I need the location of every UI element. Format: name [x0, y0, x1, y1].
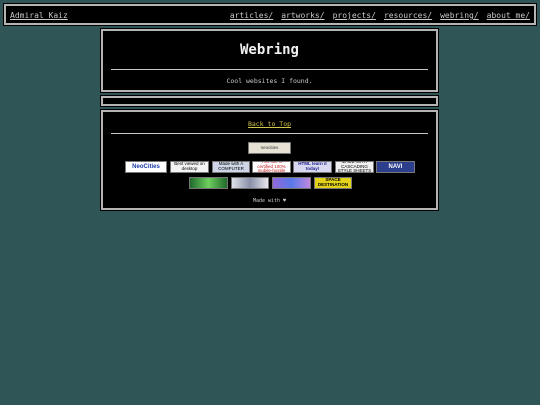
mobile-hostile-badge-label: This site is certified 100% mobile-hosti… — [257, 161, 286, 173]
navi-badge-label: NAVI — [388, 163, 403, 170]
css-badge-label: MADE WITH CASCADING STYLE SHEETS — [337, 161, 372, 173]
desktop-badge-label: Best viewed on desktop — [174, 161, 205, 171]
css-badge[interactable]: MADE WITH CASCADING STYLE SHEETS — [335, 161, 374, 173]
nav-webring-link[interactable]: webring/ — [440, 11, 479, 20]
anime-portrait-badge[interactable] — [231, 177, 269, 189]
nav-projects-link[interactable]: projects/ — [333, 11, 376, 20]
neocities-badge[interactable]: NeoCities — [125, 161, 167, 173]
made-with-label: Made with — [252, 198, 281, 204]
made-with-footer: Made with ♥ — [103, 198, 436, 204]
nav-artworks-link[interactable]: artworks/ — [281, 11, 324, 20]
nav-resources-link[interactable]: resources/ — [384, 11, 432, 20]
neocities-badge-small-label: neocities — [260, 144, 279, 150]
page-subtitle: Cool websites I found. — [226, 77, 313, 85]
main-nav: articles/ artworks/ projects/ resources/… — [230, 11, 530, 20]
anime-character-badge[interactable] — [272, 177, 311, 189]
neocities-badge-small[interactable]: neocities — [248, 142, 291, 154]
site-brand-link[interactable]: Admiral Kaiz — [10, 11, 68, 20]
back-to-top-link[interactable]: Back to Top — [103, 120, 436, 128]
header-panel: Webring Cool websites I found. — [100, 28, 439, 93]
space-destination-badge[interactable]: SPACE DESTINATION — [314, 177, 352, 189]
empty-panel — [100, 95, 439, 107]
page-title: Webring — [239, 42, 299, 58]
space-destination-badge-label: SPACE DESTINATION — [317, 177, 349, 187]
html-badge-label: HTML learn it today! — [298, 161, 327, 171]
footer-panel: Back to Top neocities NeoCities Best vie… — [100, 109, 439, 211]
mobile-hostile-badge[interactable]: This site is certified 100% mobile-hosti… — [252, 161, 291, 173]
nav-about-me-link[interactable]: about_me/ — [487, 11, 530, 20]
computer-badge-label: Made with A COMPUTER — [218, 161, 244, 171]
navi-badge[interactable]: NAVI — [376, 161, 415, 173]
nav-articles-link[interactable]: articles/ — [230, 11, 273, 20]
neocities-badge-label: NeoCities — [132, 163, 160, 170]
divider — [111, 133, 428, 134]
heart-icon: ♥ — [283, 198, 287, 204]
computer-badge[interactable]: Made with A COMPUTER — [212, 161, 250, 173]
desktop-badge[interactable]: Best viewed on desktop — [170, 161, 209, 173]
html-badge[interactable]: HTML learn it today! — [293, 161, 332, 173]
divider — [111, 69, 428, 70]
green-character-badge[interactable] — [189, 177, 228, 189]
top-navbar: Admiral Kaiz articles/ artworks/ project… — [3, 3, 537, 26]
